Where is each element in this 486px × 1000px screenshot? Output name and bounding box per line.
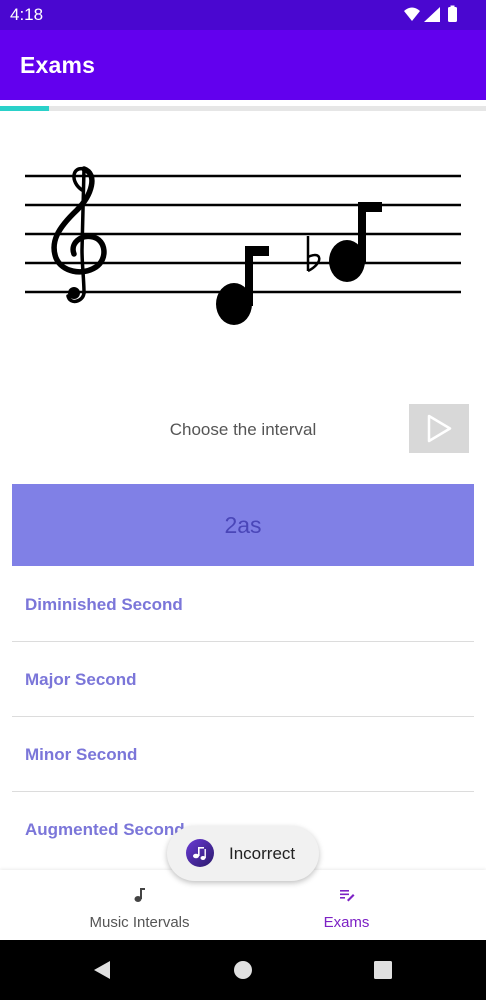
flat-accidental-icon: [306, 236, 321, 273]
app-logo-icon: [186, 839, 214, 867]
play-button[interactable]: [409, 404, 469, 453]
app-title: Exams: [20, 52, 96, 78]
option-major-second[interactable]: Major Second: [12, 643, 474, 717]
option-diminished-second[interactable]: Diminished Second: [12, 568, 474, 642]
progress-fill: [0, 106, 49, 111]
prompt-row: Choose the interval: [0, 400, 486, 460]
option-minor-second[interactable]: Minor Second: [12, 718, 474, 792]
system-navigation-bar: [0, 940, 486, 1000]
battery-icon: [448, 7, 457, 22]
play-icon: [427, 414, 452, 443]
incorrect-toast: Incorrect: [167, 826, 319, 881]
exams-list-icon: [340, 890, 355, 902]
signal-icon: [424, 7, 440, 22]
recents-icon[interactable]: [371, 958, 395, 982]
home-icon[interactable]: [231, 958, 255, 982]
answer-display: 2as: [12, 484, 474, 566]
status-bar: 4:18: [0, 0, 486, 30]
back-icon[interactable]: [90, 958, 114, 982]
wifi-icon: [404, 7, 420, 21]
exam-progress-bar: [0, 106, 486, 111]
music-note-icon: [134, 888, 145, 902]
note-1: [216, 246, 269, 325]
status-icons: [404, 5, 457, 22]
toast-text: Incorrect: [229, 844, 296, 863]
app-bar: Exams: [0, 30, 486, 100]
music-staff: [25, 166, 461, 325]
nav-label-exams: Exams: [323, 914, 370, 931]
note-2: [329, 202, 382, 282]
status-time: 4:18: [10, 5, 44, 24]
